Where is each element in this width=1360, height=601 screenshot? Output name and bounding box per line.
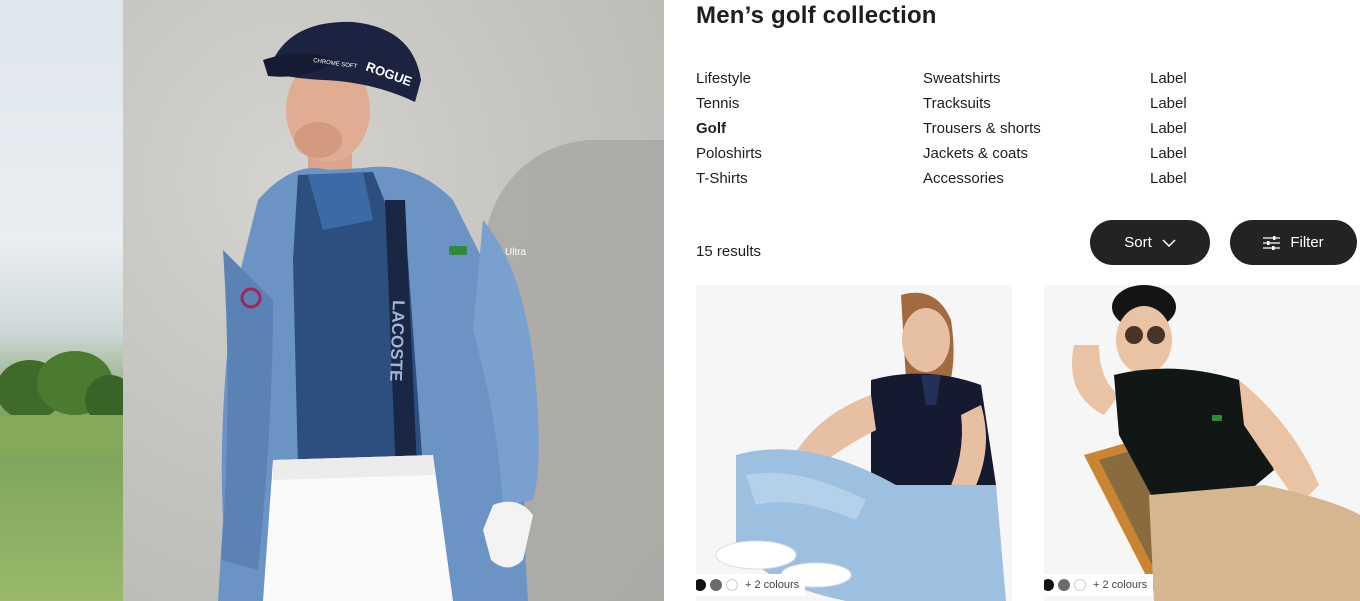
results-count: 15 results <box>696 243 762 260</box>
chevron-down-icon <box>1162 238 1176 247</box>
category-link-lifestyle[interactable]: Lifestyle <box>696 66 762 91</box>
hero-image: ROGUE CHROME SOFT LACOSTE Ultra <box>0 0 664 601</box>
colour-swatches: + 2 colours <box>1044 574 1154 596</box>
category-list-tertiary: Label Label Label Label Label <box>1150 66 1187 191</box>
product-card[interactable]: + 2 colours <box>696 285 1012 601</box>
category-list-primary: Lifestyle Tennis Golf Poloshirts T-Shirt… <box>696 66 762 191</box>
sort-button-label: Sort <box>1124 234 1152 251</box>
category-link-trousers-shorts[interactable]: Trousers & shorts <box>923 116 1041 141</box>
golfer-illustration: ROGUE CHROME SOFT LACOSTE Ultra <box>218 21 539 601</box>
category-link-label-1[interactable]: Label <box>1150 66 1187 91</box>
collection-panel: Men’s golf collection Lifestyle Tennis G… <box>696 0 1360 601</box>
swatch-white[interactable] <box>726 579 738 591</box>
swatch-black[interactable] <box>696 579 706 591</box>
category-link-t-shirts[interactable]: T-Shirts <box>696 166 762 191</box>
category-link-label-2[interactable]: Label <box>1150 91 1187 116</box>
category-link-accessories[interactable]: Accessories <box>923 166 1041 191</box>
swatch-white[interactable] <box>1074 579 1086 591</box>
category-link-tracksuits[interactable]: Tracksuits <box>923 91 1041 116</box>
page-title: Men’s golf collection <box>696 2 937 29</box>
more-colours-label[interactable]: + 2 colours <box>745 579 799 591</box>
trees-illustration <box>0 351 123 455</box>
jacket-brand-text: LACOSTE <box>386 300 408 382</box>
golf-course-background <box>0 0 123 601</box>
sleeve-text: Ultra <box>505 247 527 258</box>
category-link-golf[interactable]: Golf <box>696 116 762 141</box>
swatch-grey[interactable] <box>710 579 722 591</box>
more-colours-label[interactable]: + 2 colours <box>1093 579 1147 591</box>
category-link-poloshirts[interactable]: Poloshirts <box>696 141 762 166</box>
category-link-label-5[interactable]: Label <box>1150 166 1187 191</box>
category-link-jackets-coats[interactable]: Jackets & coats <box>923 141 1041 166</box>
category-link-label-3[interactable]: Label <box>1150 116 1187 141</box>
category-list-secondary: Sweatshirts Tracksuits Trousers & shorts… <box>923 66 1041 191</box>
product-image-man-polo <box>1044 285 1360 601</box>
filter-button-label: Filter <box>1290 234 1324 251</box>
sort-button[interactable]: Sort <box>1090 220 1210 265</box>
swatch-black[interactable] <box>1044 579 1054 591</box>
category-link-tennis[interactable]: Tennis <box>696 91 762 116</box>
swatch-grey[interactable] <box>1058 579 1070 591</box>
product-image-woman-polo <box>696 285 1012 601</box>
croc-logo <box>449 246 467 255</box>
page: ROGUE CHROME SOFT LACOSTE Ultra Men’s go… <box>0 0 1360 601</box>
colour-swatches: + 2 colours <box>696 574 806 596</box>
filter-sliders-icon <box>1263 235 1281 250</box>
category-link-label-4[interactable]: Label <box>1150 141 1187 166</box>
product-card[interactable]: + 2 colours <box>1044 285 1360 601</box>
filter-button[interactable]: Filter <box>1230 220 1357 265</box>
category-link-sweatshirts[interactable]: Sweatshirts <box>923 66 1041 91</box>
